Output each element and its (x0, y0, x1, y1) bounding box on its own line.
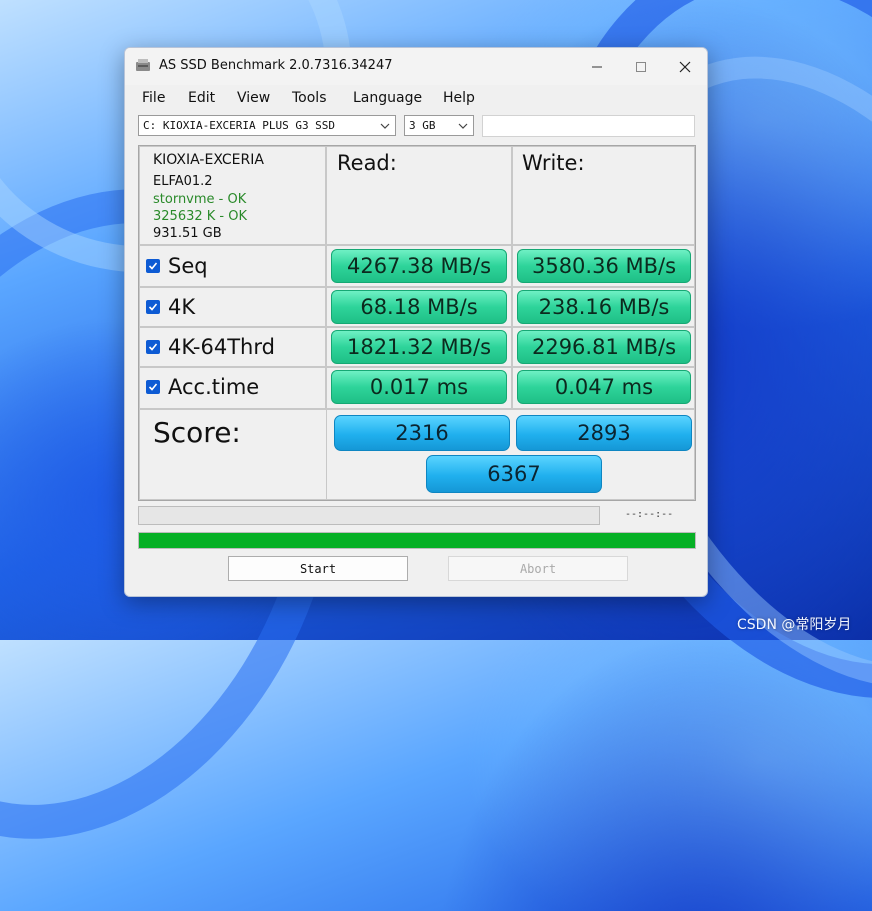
window-title: AS SSD Benchmark 2.0.7316.34247 (159, 58, 393, 73)
driver-status: stornvme - OK (153, 192, 247, 207)
drive-info-panel: KIOXIA-EXCERIA ELFA01.2 stornvme - OK 32… (139, 146, 326, 245)
score-divider (326, 409, 327, 500)
drive-select[interactable]: C: KIOXIA-EXCERIA PLUS G3 SSD (138, 115, 396, 136)
test-row-seq: Seq (139, 245, 326, 287)
score-write-value: 2893 (516, 415, 692, 451)
acc-time-write-value: 0.047 ms (517, 370, 691, 404)
4k-64thrd-checkbox[interactable] (146, 340, 160, 354)
read-column-header: Read: (326, 146, 512, 245)
close-button[interactable] (663, 48, 707, 85)
drive-capacity: 931.51 GB (153, 226, 222, 241)
acc-time-write-cell: 0.047 ms (512, 367, 695, 409)
title-bar[interactable]: AS SSD Benchmark 2.0.7316.34247 (125, 48, 707, 85)
check-icon (148, 303, 158, 311)
chevron-down-icon (458, 123, 468, 129)
4k-64thrd-write-cell: 2296.81 MB/s (512, 327, 695, 367)
seq-read-cell: 4267.38 MB/s (326, 245, 512, 287)
test-size-value: 3 GB (409, 119, 436, 132)
seq-checkbox[interactable] (146, 259, 160, 273)
menu-language[interactable]: Language (353, 90, 422, 106)
menu-file[interactable]: File (142, 90, 165, 106)
elapsed-time: --:--:-- (625, 509, 674, 520)
status-field (482, 115, 695, 137)
chevron-down-icon (380, 123, 390, 129)
check-icon (148, 383, 158, 391)
test-label-4k: 4K (168, 295, 196, 319)
write-column-header: Write: (512, 146, 695, 245)
seq-write-value: 3580.36 MB/s (517, 249, 691, 283)
overall-progress-fill (139, 533, 695, 548)
test-label-acc-time: Acc.time (168, 375, 260, 399)
test-row-4k-64thrd: 4K-64Thrd (139, 327, 326, 367)
4k-read-cell: 68.18 MB/s (326, 287, 512, 327)
menu-bar: File Edit View Tools Language Help (125, 88, 707, 110)
abort-button[interactable]: Abort (448, 556, 628, 581)
write-header-label: Write: (522, 151, 585, 175)
4k-64thrd-write-value: 2296.81 MB/s (517, 330, 691, 364)
drive-select-value: C: KIOXIA-EXCERIA PLUS G3 SSD (143, 119, 336, 132)
test-row-4k: 4K (139, 287, 326, 327)
seq-write-cell: 3580.36 MB/s (512, 245, 695, 287)
start-button[interactable]: Start (228, 556, 408, 581)
acc-time-read-value: 0.017 ms (331, 370, 507, 404)
test-progress-bar (138, 506, 600, 525)
menu-edit[interactable]: Edit (188, 90, 215, 106)
seq-read-value: 4267.38 MB/s (331, 249, 507, 283)
drive-model: KIOXIA-EXCERIA (153, 152, 264, 168)
maximize-icon (636, 61, 646, 72)
test-size-select[interactable]: 3 GB (404, 115, 474, 136)
acc-time-checkbox[interactable] (146, 380, 160, 394)
4k-64thrd-read-cell: 1821.32 MB/s (326, 327, 512, 367)
minimize-icon (592, 66, 602, 67)
score-panel: Score: 2316 2893 6367 (139, 409, 695, 500)
overall-progress-bar (138, 532, 696, 549)
menu-help[interactable]: Help (443, 90, 475, 106)
close-icon (679, 61, 691, 72)
benchmark-window: AS SSD Benchmark 2.0.7316.34247 File Edi… (124, 47, 708, 597)
test-label-seq: Seq (168, 254, 208, 278)
results-grid: KIOXIA-EXCERIA ELFA01.2 stornvme - OK 32… (138, 145, 696, 501)
4k-checkbox[interactable] (146, 300, 160, 314)
test-label-4k-64thrd: 4K-64Thrd (168, 335, 275, 359)
app-icon (136, 59, 150, 71)
drive-firmware: ELFA01.2 (153, 174, 213, 189)
maximize-button[interactable] (619, 48, 663, 85)
menu-view[interactable]: View (237, 90, 270, 106)
4k-write-value: 238.16 MB/s (517, 290, 691, 324)
check-icon (148, 343, 158, 351)
acc-time-read-cell: 0.017 ms (326, 367, 512, 409)
read-header-label: Read: (337, 151, 397, 175)
watermark: CSDN @常阳岁月 (737, 617, 852, 633)
minimize-button[interactable] (575, 48, 619, 85)
check-icon (148, 262, 158, 270)
alignment-status: 325632 K - OK (153, 209, 247, 224)
score-total-value: 6367 (426, 455, 602, 493)
score-label: Score: (153, 416, 241, 449)
4k-64thrd-read-value: 1821.32 MB/s (331, 330, 507, 364)
menu-tools[interactable]: Tools (292, 90, 327, 106)
4k-write-cell: 238.16 MB/s (512, 287, 695, 327)
test-row-acc-time: Acc.time (139, 367, 326, 409)
4k-read-value: 68.18 MB/s (331, 290, 507, 324)
score-read-value: 2316 (334, 415, 510, 451)
